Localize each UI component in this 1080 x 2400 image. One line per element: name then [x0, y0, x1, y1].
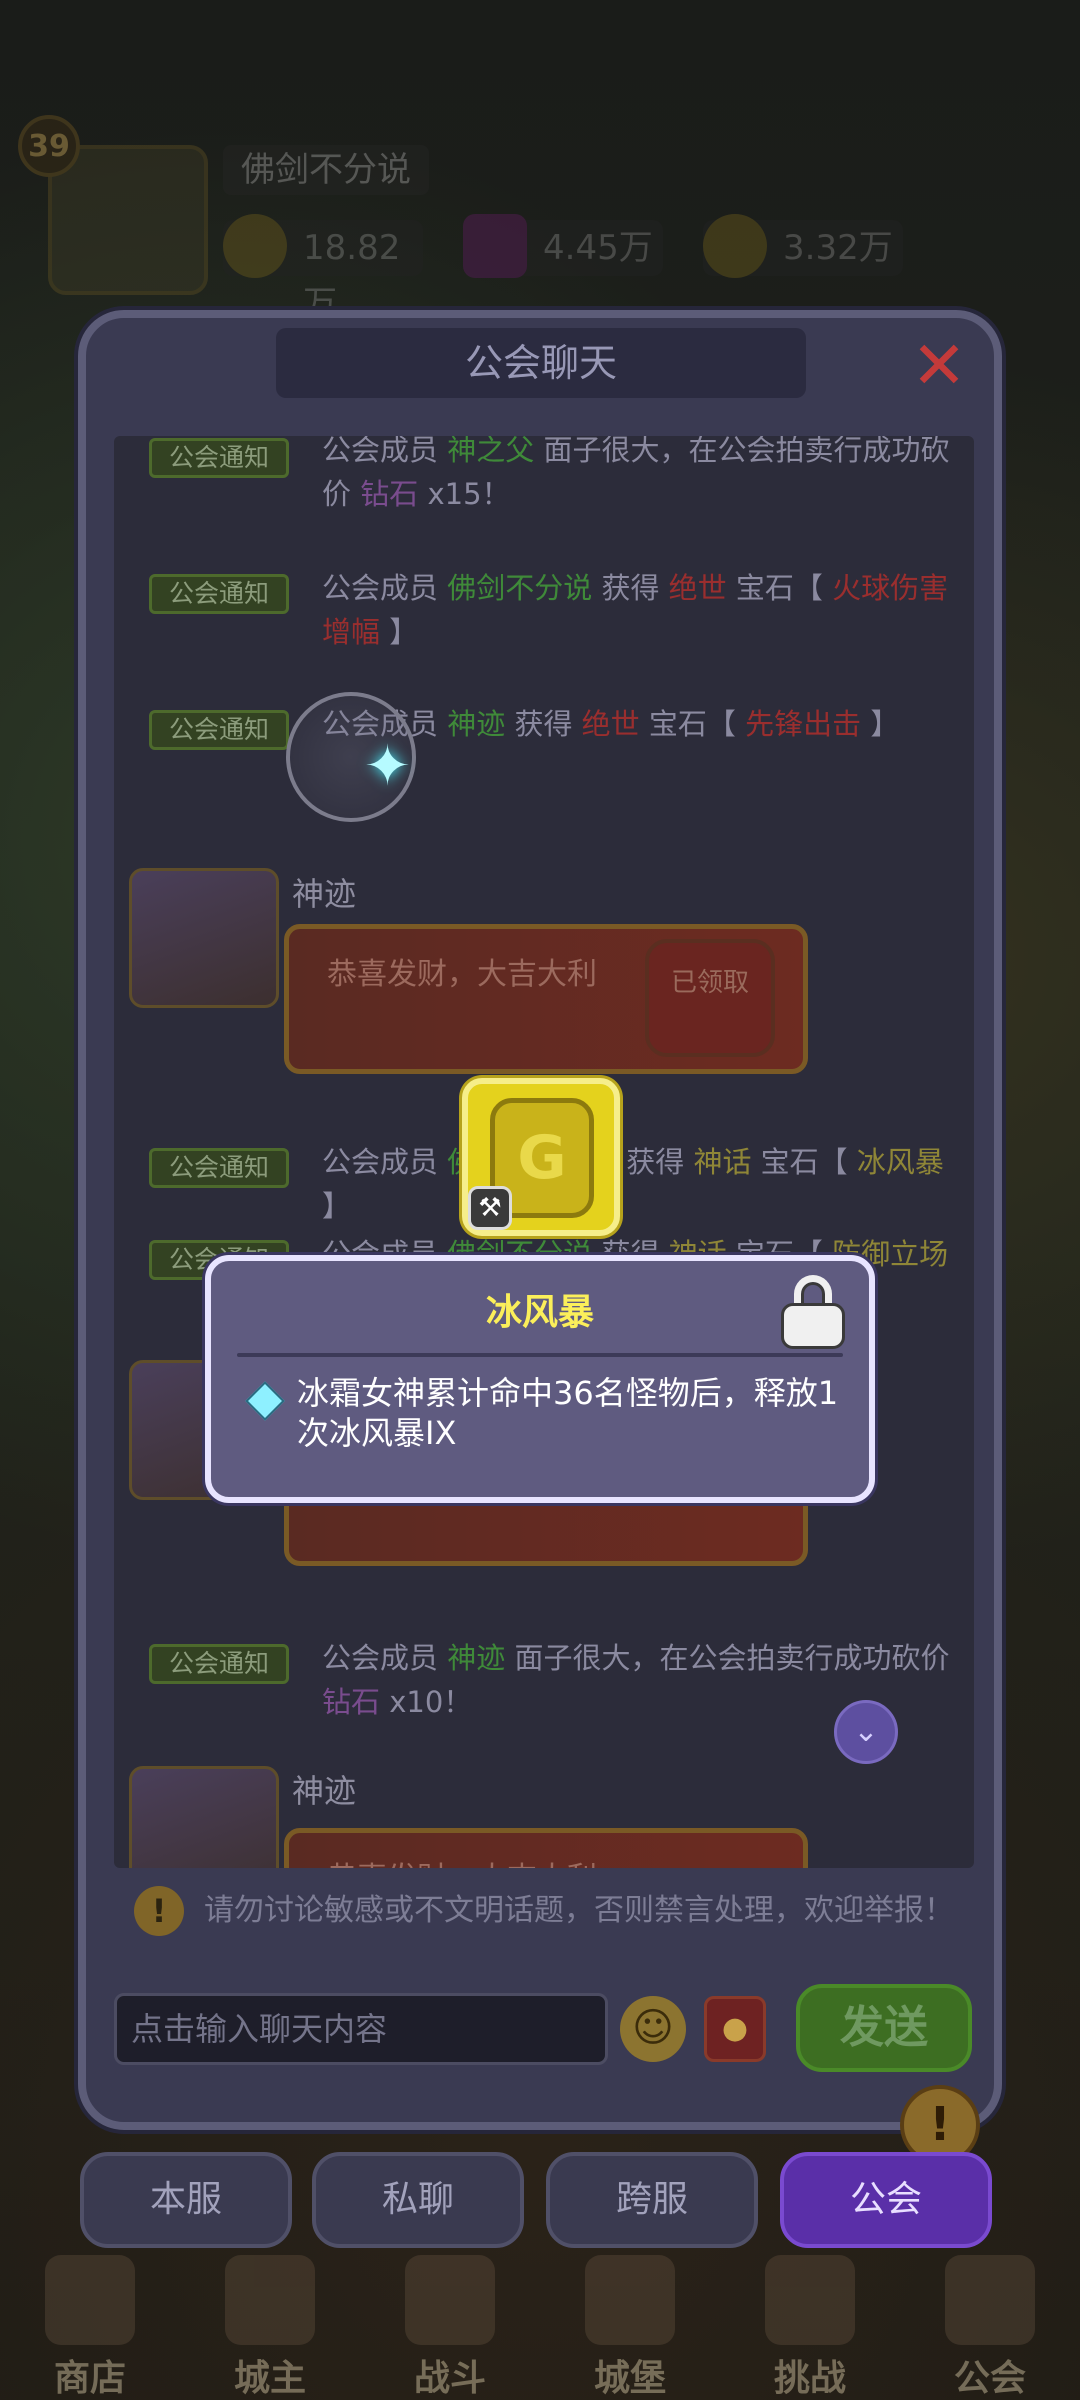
send-button[interactable]: 发送 — [796, 1984, 972, 2072]
tab-cross-server[interactable]: 跨服 — [546, 2152, 758, 2248]
sender-name: 神迹 — [292, 875, 357, 913]
gem-tooltip: 冰风暴 冰霜女神累计命中36名怪物后，释放1次冰风暴IX — [205, 1255, 875, 1503]
avatar[interactable] — [129, 868, 279, 1008]
red-packet-claimed-badge: 已领取 — [645, 939, 775, 1057]
warning-icon: ! — [134, 1886, 184, 1936]
sender-name: 神迹 — [292, 1772, 357, 1810]
currency-gold[interactable]: 18.82万 — [223, 214, 423, 324]
crown-icon — [225, 2255, 315, 2345]
shop-icon — [45, 2255, 135, 2345]
red-packet-message[interactable]: 恭喜发财，大吉大利 已领取 — [284, 924, 808, 1074]
player-avatar[interactable] — [48, 145, 208, 295]
exclamation-icon: ! — [929, 2097, 951, 2151]
notice-tag: 公会通知 — [149, 710, 289, 750]
gold-coin-icon — [223, 214, 287, 278]
purple-potion-icon — [463, 214, 527, 278]
red-envelope-button[interactable]: ● — [704, 1996, 766, 2062]
nav-castle[interactable]: 城堡 — [560, 2255, 700, 2400]
red-envelope-icon: ● — [721, 2011, 749, 2046]
nav-shop[interactable]: 商店 — [20, 2255, 160, 2400]
nav-challenge[interactable]: 挑战 — [740, 2255, 880, 2400]
chat-channel-tabs: 本服 私聊 跨服 公会 — [80, 2152, 1000, 2252]
gold-coin-icon — [703, 214, 767, 278]
notice-text: 公会成员 佛获得 神话 宝石【 冰风暴 】 — [322, 1145, 944, 1223]
sword-icon — [405, 2255, 495, 2345]
notice-tag: 公会通知 — [149, 1148, 289, 1188]
currency-potion[interactable]: 4.45万 — [463, 214, 663, 278]
notice-text: 公会成员 佛剑不分说 获得 绝世 宝石【 火球伤害增幅 】 — [322, 571, 949, 649]
notice-tag: 公会通知 — [149, 1644, 289, 1684]
lock-icon — [781, 1275, 845, 1349]
close-icon: ✕ — [911, 327, 967, 404]
notice-tag: 公会通知 — [149, 438, 289, 478]
challenge-icon — [765, 2255, 855, 2345]
modal-title: 公会聊天 — [276, 328, 806, 398]
divider — [237, 1353, 843, 1357]
player-name: 佛剑不分说 — [223, 145, 429, 195]
bottom-navigation: 商店 城主 战斗 城堡 挑战 公会 — [0, 2255, 1080, 2400]
tooltip-description: 冰霜女神累计命中36名怪物后，释放1次冰风暴IX — [297, 1374, 839, 1452]
sparkle-icon: ✦ — [364, 734, 411, 799]
red-packet-message[interactable]: 恭喜发财，大吉大利 — [284, 1828, 808, 1868]
emoji-button[interactable]: ☺ — [620, 1996, 686, 2062]
currency-gold-2[interactable]: 3.32万 — [703, 214, 903, 278]
chevron-down-icon: ⌄ — [853, 1714, 879, 1749]
notice-tag: 公会通知 — [149, 574, 289, 614]
avatar[interactable] — [129, 1766, 279, 1868]
nav-guild[interactable]: 公会 — [920, 2255, 1060, 2400]
diamond-bullet-icon — [245, 1381, 285, 1421]
level-badge: 39 — [18, 115, 80, 177]
smiley-icon: ☺ — [632, 2005, 674, 2051]
chat-warning: ! 请勿讨论敏感或不文明话题，否则禁言处理，欢迎举报！ — [134, 1886, 974, 1936]
notice-text: 公会成员 神之父 面子很大，在公会拍卖行成功砍价 钻石 x15！ — [322, 436, 950, 511]
tooltip-title: 冰风暴 — [485, 1292, 594, 1333]
close-button[interactable]: ✕ — [906, 333, 972, 402]
guild-banner-icon — [945, 2255, 1035, 2345]
tab-private[interactable]: 私聊 — [312, 2152, 524, 2248]
player-profile-bar: 39 佛剑不分说 18.82万 4.45万 3.32万 — [18, 115, 1018, 324]
chat-input[interactable]: 点击输入聊天内容 — [114, 1993, 608, 2065]
castle-icon — [585, 2255, 675, 2345]
tab-local-server[interactable]: 本服 — [80, 2152, 292, 2248]
gem-item-icon[interactable]: G ⚒ — [462, 1078, 620, 1236]
nav-battle[interactable]: 战斗 — [380, 2255, 520, 2400]
tab-guild[interactable]: 公会 — [780, 2152, 992, 2248]
scroll-to-bottom-button[interactable]: ⌄ — [834, 1700, 898, 1764]
notice-text: 公会成员 神迹 获得 绝世 宝石【 先锋出击 】 — [322, 707, 900, 741]
nav-lord[interactable]: 城主 — [200, 2255, 340, 2400]
hammer-icon: ⚒ — [468, 1186, 512, 1230]
